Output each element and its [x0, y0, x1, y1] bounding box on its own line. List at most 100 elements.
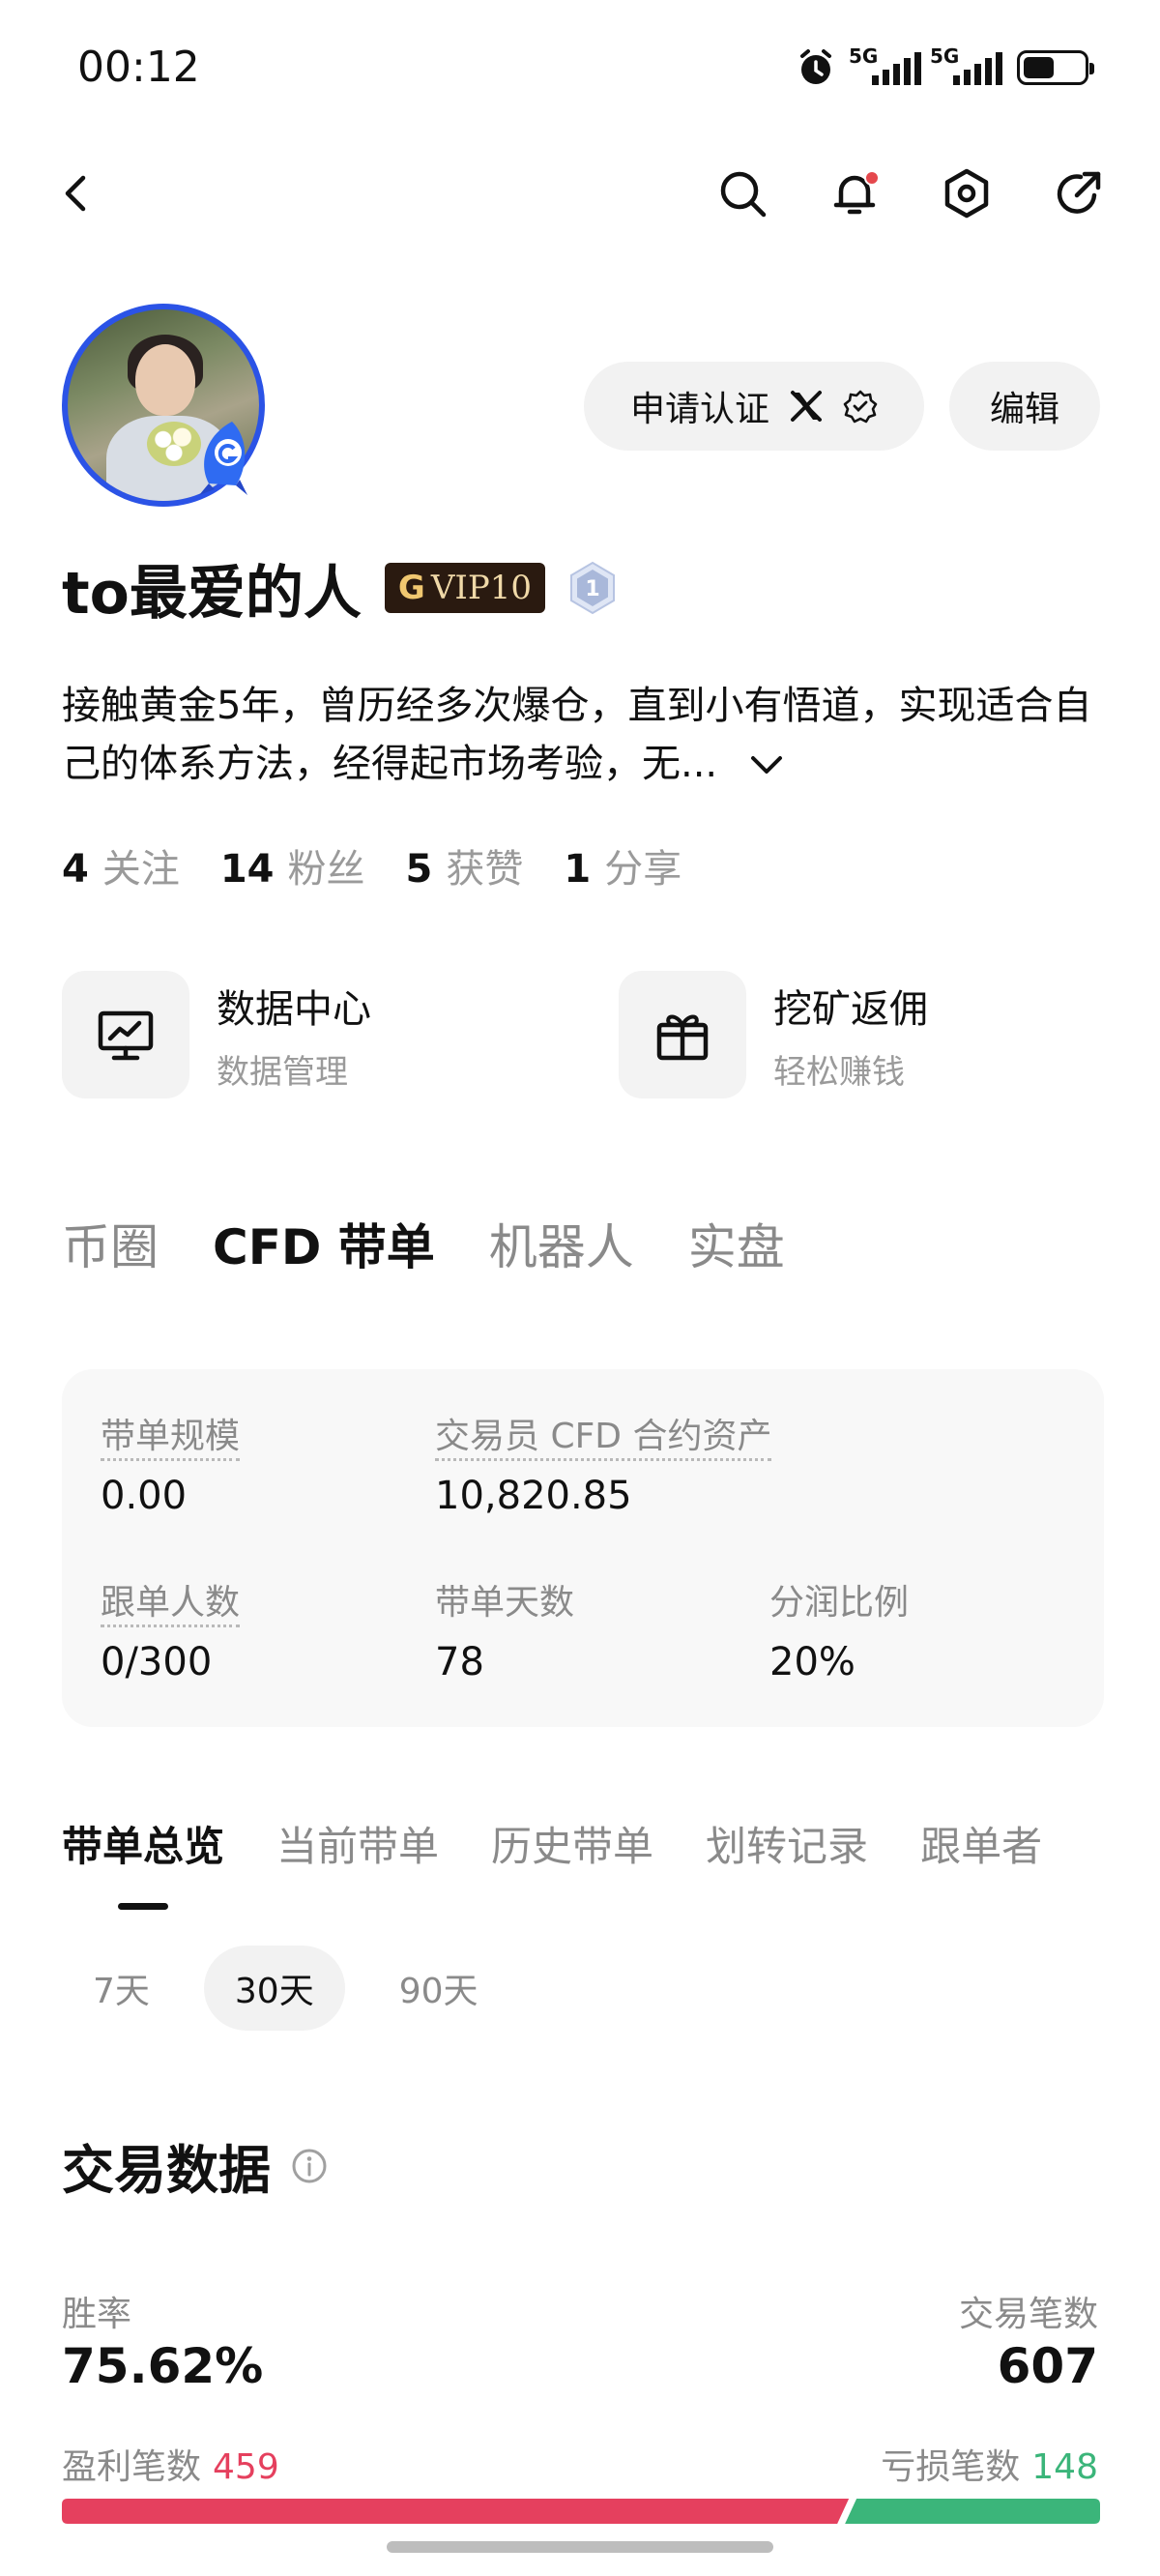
settings-icon: [944, 168, 989, 219]
vip-label: VIP10: [430, 569, 532, 607]
loss-count-label: 亏损笔数: [881, 2447, 1021, 2487]
tab-history-orders[interactable]: 历史带单: [491, 1814, 653, 1873]
stat-likes[interactable]: 5 获赞: [406, 837, 524, 893]
vip-badge[interactable]: G VIP10: [384, 563, 545, 613]
status-time: 00:12: [77, 43, 200, 92]
trading-data-header: 交易数据: [62, 2127, 329, 2204]
apply-certification-label: 申请认证: [629, 390, 769, 429]
metric-value: 0/300: [101, 1640, 213, 1684]
tab-cfd-copy-trading[interactable]: CFD 带单: [213, 1209, 435, 1278]
info-icon[interactable]: [290, 2147, 329, 2185]
bio[interactable]: 接触黄金5年，曾历经多次爆仓，直到小有悟道，实现适合自己的体系方法，经得起市场考…: [62, 677, 1106, 793]
stat-shares[interactable]: 1 分享: [564, 837, 682, 893]
period-30d[interactable]: 30天: [203, 1946, 345, 2031]
notification-button[interactable]: [824, 162, 885, 224]
level-badge-icon[interactable]: 1: [568, 561, 617, 615]
win-rate-value: 75.62%: [62, 2338, 264, 2394]
tab-followers[interactable]: 跟单者: [920, 1814, 1042, 1873]
battery-icon: [1017, 50, 1094, 85]
data-center-subtitle: 数据管理: [217, 1052, 348, 1092]
stat-value: 1: [564, 847, 592, 892]
settings-button[interactable]: [936, 162, 998, 224]
trade-count-label: 交易笔数: [958, 2295, 1098, 2334]
sub-tabs: 带单总览 当前带单 历史带单 划转记录 跟单者: [62, 1814, 1042, 1873]
stats-row: 4 关注 14 粉丝 5 获赞 1 分享: [62, 837, 722, 893]
stat-following[interactable]: 4 关注: [62, 837, 180, 893]
metric-label[interactable]: 交易员 CFD 合约资产: [435, 1417, 772, 1461]
stat-label: 粉丝: [287, 847, 365, 892]
stat-followers[interactable]: 14 粉丝: [220, 837, 365, 893]
verified-icon: [843, 390, 878, 424]
gift-icon: [656, 1014, 709, 1061]
metric-profit-share: 分润比例 20%: [769, 1574, 909, 1684]
nav-bar: [0, 145, 1160, 242]
loss-bar-segment: [845, 2499, 1100, 2524]
share-icon: [1057, 171, 1101, 214]
profit-count-row: 盈利笔数 459: [62, 2439, 279, 2489]
metric-value: 10,820.85: [435, 1474, 632, 1518]
profit-count-label: 盈利笔数: [62, 2447, 202, 2487]
section-title: 交易数据: [62, 2140, 271, 2201]
mining-rebate-entry[interactable]: 挖矿返佣 轻松赚钱: [619, 971, 928, 1098]
period-7d[interactable]: 7天: [62, 1946, 181, 2031]
tab-transfer-records[interactable]: 划转记录: [706, 1814, 868, 1873]
home-indicator[interactable]: [387, 2541, 773, 2553]
back-button[interactable]: [46, 162, 108, 224]
share-button[interactable]: [1048, 162, 1110, 224]
alarm-icon: [800, 49, 831, 84]
trade-count-value: 607: [997, 2338, 1098, 2394]
period-90d[interactable]: 90天: [368, 1946, 509, 2031]
edit-profile-label: 编辑: [989, 390, 1059, 429]
metric-label[interactable]: 跟单人数: [101, 1583, 241, 1627]
stat-label: 分享: [604, 847, 682, 892]
metric-value: 20%: [769, 1640, 856, 1684]
notification-dot: [864, 170, 880, 186]
signal-icon: 5G: [930, 44, 1002, 87]
data-center-title: 数据中心: [217, 986, 371, 1032]
metric-value: 0.00: [101, 1474, 188, 1518]
x-logo-icon: [791, 391, 822, 422]
metric-label[interactable]: 带单规模: [101, 1417, 241, 1461]
status-bar: 00:12 5G 5G: [0, 0, 1160, 135]
tab-overview[interactable]: 带单总览: [62, 1814, 224, 1873]
tab-crypto[interactable]: 币圈: [62, 1209, 159, 1278]
tab-robot[interactable]: 机器人: [489, 1209, 634, 1278]
metric-label: 带单天数: [435, 1583, 575, 1623]
status-icons: 5G 5G: [795, 44, 1094, 89]
tab-live[interactable]: 实盘: [688, 1209, 785, 1278]
level-badge-number: 1: [585, 577, 599, 601]
signal-icon: 5G: [849, 44, 921, 87]
main-tabs: 币圈 CFD 带单 机器人 实盘: [62, 1209, 785, 1278]
metric-scale: 带单规模 0.00: [101, 1408, 241, 1518]
bio-text: 接触黄金5年，曾历经多次爆仓，直到小有悟道，实现适合自己的体系方法，经得起市场考…: [62, 684, 1092, 786]
edit-profile-button[interactable]: 编辑: [949, 362, 1100, 451]
data-center-entry[interactable]: 数据中心 数据管理: [62, 971, 371, 1098]
metric-days: 带单天数 78: [435, 1574, 574, 1684]
loss-count-value: 148: [1031, 2447, 1098, 2487]
profit-count-value: 459: [213, 2447, 279, 2487]
apply-certification-button[interactable]: 申请认证: [584, 362, 924, 451]
stat-value: 14: [219, 847, 275, 892]
monitor-chart-icon: [98, 1010, 154, 1061]
vip-logo-icon: G: [397, 569, 425, 607]
win-rate-label: 胜率: [62, 2295, 132, 2334]
metric-followers: 跟单人数 0/300: [101, 1574, 241, 1684]
metric-label: 分润比例: [769, 1583, 910, 1623]
stat-value: 5: [405, 847, 433, 892]
rocket-badge-icon: [199, 422, 247, 495]
chevron-down-icon[interactable]: [747, 750, 786, 781]
profit-bar-segment: [62, 2499, 850, 2524]
loss-count-row: 亏损笔数 148: [881, 2439, 1098, 2489]
back-icon: [65, 175, 86, 212]
mining-rebate-subtitle: 轻松赚钱: [773, 1052, 905, 1092]
period-filter: 7天 30天 90天: [62, 1946, 509, 2031]
stat-label: 获赞: [446, 847, 524, 892]
username-row: to最爱的人 G VIP10 1: [62, 551, 617, 628]
search-icon: [720, 171, 767, 218]
search-button[interactable]: [711, 162, 773, 224]
mining-rebate-title: 挖矿返佣: [773, 986, 928, 1032]
username: to最爱的人: [62, 559, 362, 628]
metric-value: 78: [435, 1640, 484, 1684]
stat-label: 关注: [102, 847, 180, 892]
tab-current-orders[interactable]: 当前带单: [276, 1814, 439, 1873]
